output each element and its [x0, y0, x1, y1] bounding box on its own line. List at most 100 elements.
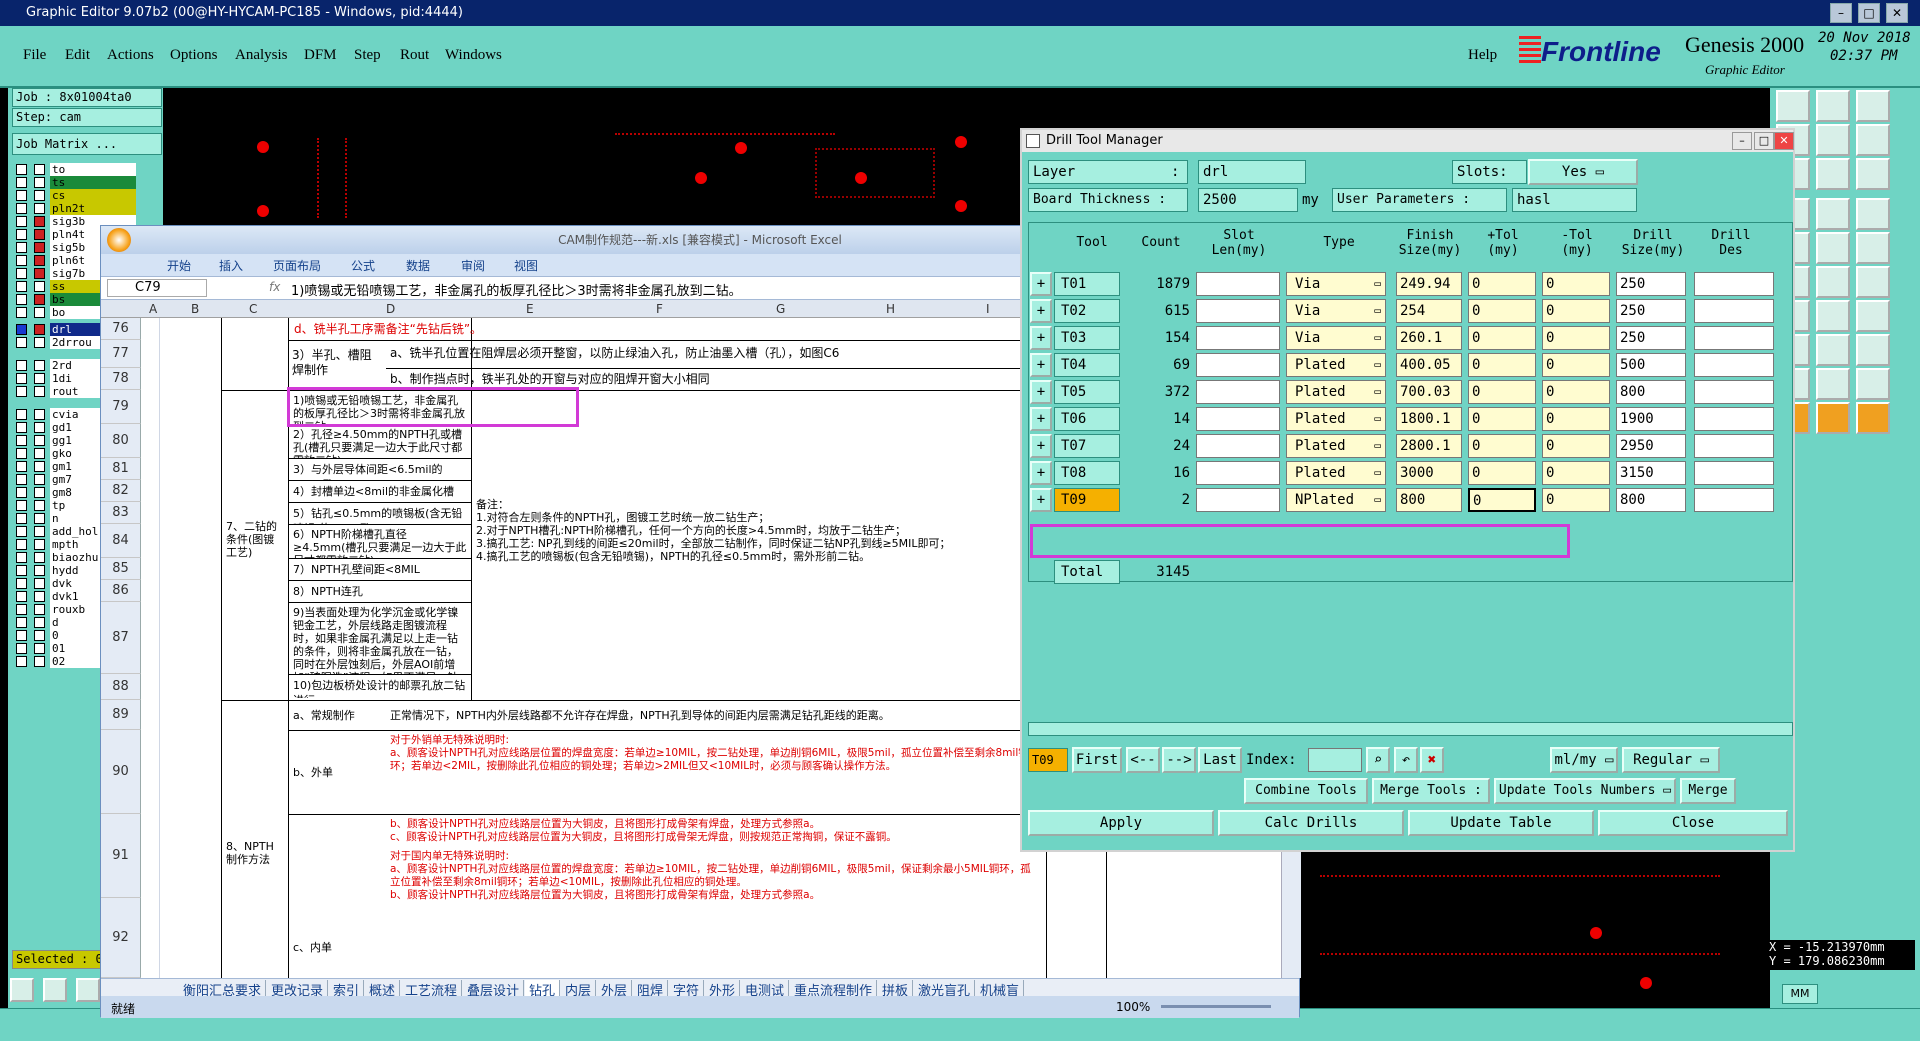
type-dropdown[interactable]: Via ▭: [1286, 299, 1386, 323]
column-header[interactable]: B: [191, 302, 199, 316]
layer-checkbox[interactable]: [16, 539, 27, 550]
plus-tol-field[interactable]: 0: [1468, 326, 1536, 350]
layer-name[interactable]: pln2t: [50, 202, 136, 215]
snap-icon[interactable]: [10, 978, 34, 1002]
tab-data[interactable]: 数据: [406, 257, 430, 274]
layer-color-swatch[interactable]: [34, 337, 45, 348]
column-header[interactable]: I: [986, 302, 990, 316]
layer-color-swatch[interactable]: [34, 294, 45, 305]
row-number[interactable]: 78: [101, 368, 141, 390]
drill-des-field[interactable]: [1694, 326, 1774, 350]
cell-r89[interactable]: 正常情况下，NPTH内外层线路都不允许存在焊盘，NPTH孔到导体的间距内层需满足…: [387, 706, 1042, 726]
tab-view[interactable]: 视图: [514, 257, 538, 274]
expand-icon[interactable]: +: [1030, 461, 1052, 485]
layer-color-swatch[interactable]: [34, 216, 45, 227]
layer-color-swatch[interactable]: [34, 373, 45, 384]
layer-color-swatch[interactable]: [34, 656, 45, 667]
layer-checkbox[interactable]: [16, 591, 27, 602]
slot-len-field[interactable]: [1196, 461, 1280, 485]
merge-button[interactable]: Merge: [1680, 778, 1736, 804]
cell-group8[interactable]: 8、NPTH制作方法: [223, 838, 287, 878]
undo-icon[interactable]: [1816, 300, 1850, 332]
layer-color-swatch[interactable]: [34, 203, 45, 214]
row-number[interactable]: 92: [101, 898, 141, 978]
cell-r85[interactable]: 7）NPTH孔壁间距<8MIL: [290, 560, 470, 580]
drill-size-field[interactable]: 250: [1616, 272, 1686, 296]
expand-icon[interactable]: +: [1030, 299, 1052, 323]
layer-color-swatch[interactable]: [34, 643, 45, 654]
layers-icon[interactable]: [1856, 334, 1890, 366]
drill-size-field[interactable]: 250: [1616, 299, 1686, 323]
first-button[interactable]: First: [1072, 747, 1122, 773]
layer-checkbox[interactable]: [16, 474, 27, 485]
layer-color-swatch[interactable]: [34, 526, 45, 537]
row-number[interactable]: 81: [101, 458, 141, 480]
home-icon[interactable]: [1856, 90, 1890, 122]
layer-checkbox[interactable]: [16, 578, 27, 589]
plus-tol-field[interactable]: 0: [1468, 353, 1536, 377]
layer-checkbox[interactable]: [16, 422, 27, 433]
layer-checkbox[interactable]: [16, 281, 27, 292]
zoom-slider[interactable]: [1161, 1005, 1271, 1008]
type-dropdown[interactable]: Via ▭: [1286, 326, 1386, 350]
layer-color-swatch[interactable]: [34, 474, 45, 485]
row-number[interactable]: 86: [101, 580, 141, 602]
split-icon[interactable]: [1816, 334, 1850, 366]
column-header[interactable]: G: [776, 302, 785, 316]
layer-color-swatch[interactable]: [34, 552, 45, 563]
column-header[interactable]: D: [386, 302, 395, 316]
cell-r88[interactable]: 10)包边板桥处设计的邮票孔放二钻进行: [290, 676, 470, 698]
layer-color-swatch[interactable]: [34, 164, 45, 175]
cell-r86[interactable]: 8）NPTH连孔: [290, 582, 470, 602]
layer-color-swatch[interactable]: [34, 591, 45, 602]
layer-color-swatch[interactable]: [34, 461, 45, 472]
row-number[interactable]: 83: [101, 502, 141, 524]
drill-des-field[interactable]: [1694, 299, 1774, 323]
drill-des-field[interactable]: [1694, 272, 1774, 296]
layer-color-swatch[interactable]: [34, 268, 45, 279]
layer-checkbox[interactable]: [16, 526, 27, 537]
minus-tol-field[interactable]: 0: [1542, 326, 1610, 350]
row-number[interactable]: 89: [101, 700, 141, 730]
layer-color-swatch[interactable]: [34, 487, 45, 498]
layer-checkbox[interactable]: [16, 435, 27, 446]
update-table-button[interactable]: Update Table: [1408, 810, 1594, 836]
expand-icon[interactable]: +: [1030, 353, 1052, 377]
route-icon[interactable]: [1856, 198, 1890, 230]
dot-icon[interactable]: [1856, 232, 1890, 264]
cell-r80[interactable]: 2）孔径≥4.50mm的NPTH孔或槽孔(槽孔只要满足一边大于此尺寸都需放二钻): [290, 426, 470, 458]
column-header[interactable]: H: [886, 302, 895, 316]
close-dtm-button[interactable]: Close: [1598, 810, 1788, 836]
layer-checkbox[interactable]: [16, 630, 27, 641]
layer-color-swatch[interactable]: [34, 242, 45, 253]
snap-icon[interactable]: [1816, 198, 1850, 230]
update-numbers-dropdown[interactable]: Update Tools Numbers ▭: [1494, 778, 1676, 804]
line-icon[interactable]: [1816, 232, 1850, 264]
point-icon[interactable]: [1816, 266, 1850, 298]
layer-checkbox[interactable]: [16, 552, 27, 563]
mode-dropdown[interactable]: Regular ▭: [1622, 747, 1720, 773]
finish-size-field[interactable]: 254: [1396, 299, 1462, 323]
layer-checkbox[interactable]: [16, 487, 27, 498]
cell-r92[interactable]: 对于国内单无特殊说明时: a、顾客设计NPTH孔对应线路层位置的焊盘宽度：若单边…: [387, 848, 1042, 978]
layer-row[interactable]: cs: [14, 189, 139, 202]
slot-len-field[interactable]: [1196, 488, 1280, 512]
layer-checkbox[interactable]: [16, 565, 27, 576]
layer-checkbox[interactable]: [16, 229, 27, 240]
layer-color-swatch[interactable]: [34, 630, 45, 641]
cell-group7[interactable]: 7、二钻的条件(图镀工艺): [223, 518, 287, 568]
menu-windows[interactable]: Windows: [445, 47, 502, 64]
finish-size-field[interactable]: 800: [1396, 488, 1462, 512]
layer-row[interactable]: to: [14, 163, 139, 176]
layer-checkbox[interactable]: [16, 500, 27, 511]
units-toggle[interactable]: MM: [1782, 984, 1818, 1004]
arc-icon[interactable]: [1856, 266, 1890, 298]
layer-checkbox[interactable]: [16, 656, 27, 667]
layer-checkbox[interactable]: [16, 617, 27, 628]
plus-tol-field[interactable]: 0: [1468, 407, 1536, 431]
zoom-level[interactable]: 100%: [1116, 1000, 1150, 1014]
row-number[interactable]: 87: [101, 602, 141, 674]
drill-size-field[interactable]: 800: [1616, 380, 1686, 404]
type-dropdown[interactable]: Plated ▭: [1286, 434, 1386, 458]
minus-tol-field[interactable]: 0: [1542, 407, 1610, 431]
